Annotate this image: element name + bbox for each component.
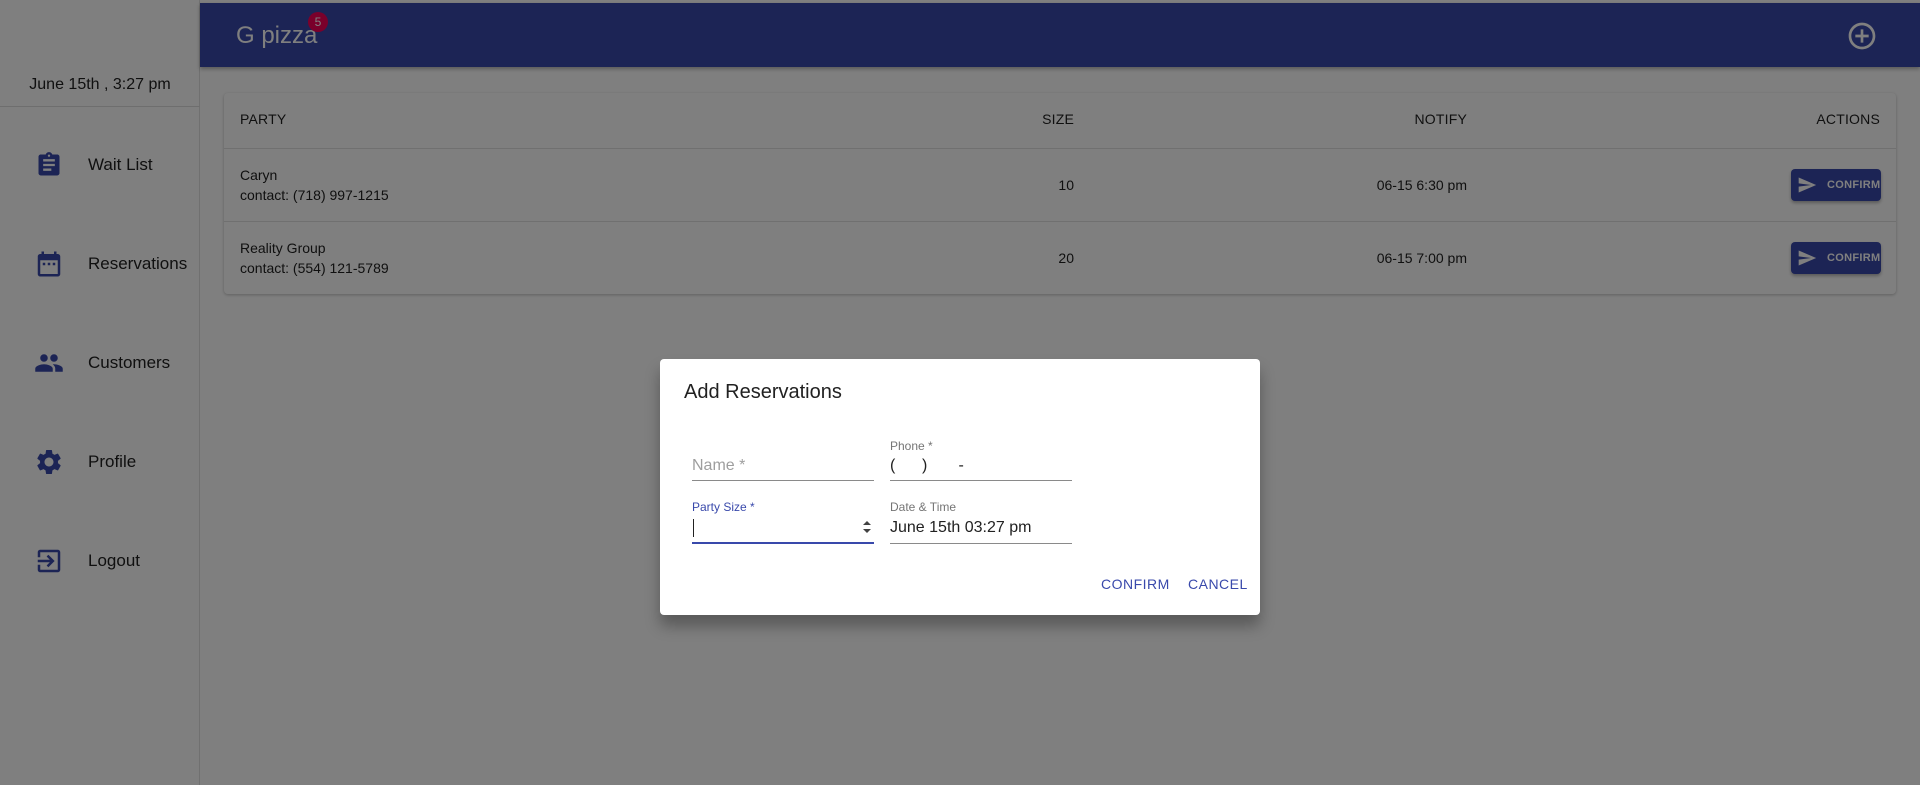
party-size-underline (692, 542, 874, 544)
dialog-cancel-button[interactable]: CANCEL (1188, 576, 1248, 592)
phone-value: ( ) - (890, 457, 964, 474)
name-field[interactable]: Name * (692, 439, 874, 483)
party-size-label: Party Size * (692, 500, 755, 514)
phone-field[interactable]: Phone * ( ) - (890, 439, 1072, 483)
dialog-title: Add Reservations (684, 381, 842, 403)
phone-underline (890, 480, 1072, 481)
name-underline (692, 480, 874, 481)
add-reservation-dialog: Add Reservations Name * Phone * ( ) - Pa… (660, 359, 1260, 615)
datetime-label: Date & Time (890, 500, 957, 514)
datetime-field[interactable]: Date & Time June 15th 03:27 pm (890, 500, 1072, 546)
party-size-field[interactable]: Party Size * (692, 500, 874, 546)
number-spinner-icon[interactable] (862, 518, 872, 536)
phone-label: Phone * (890, 439, 933, 453)
datetime-value: June 15th 03:27 pm (890, 519, 1032, 536)
dialog-confirm-button[interactable]: CONFIRM (1101, 576, 1170, 592)
name-placeholder: Name * (692, 457, 746, 474)
app-root: June 15th , 3:27 pm Wait List Reservatio… (0, 0, 1920, 785)
datetime-underline (890, 543, 1072, 544)
text-caret (693, 519, 694, 537)
